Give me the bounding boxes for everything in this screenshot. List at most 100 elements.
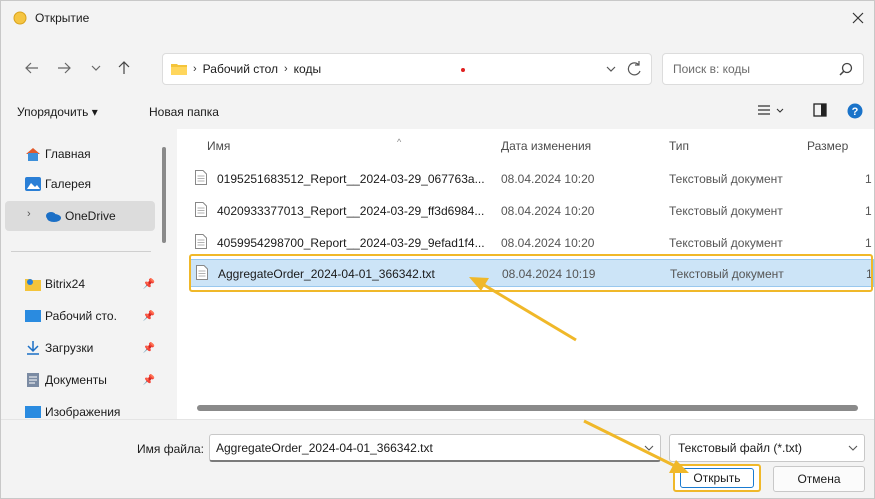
sidebar-item-documents[interactable]: Документы 📌 — [1, 365, 161, 395]
text-file-icon — [195, 170, 207, 185]
arrow-left-icon — [25, 62, 38, 74]
file-size: 1 — [865, 236, 872, 250]
sidebar-item-home[interactable]: Главная — [1, 139, 161, 169]
app-icon — [13, 11, 27, 25]
horizontal-scrollbar[interactable] — [197, 405, 858, 411]
file-type: Текстовый документ — [669, 204, 783, 218]
file-row[interactable]: 4059954298700_Report__2024-03-29_9efad1f… — [189, 229, 874, 257]
arrow-right-icon — [58, 62, 71, 74]
file-list: Имя ^ Дата изменения Тип Размер 01952516… — [177, 129, 874, 419]
chevron-down-icon — [91, 65, 101, 71]
documents-icon — [27, 373, 39, 387]
pin-icon: 📌 — [142, 374, 155, 386]
filetype-value: Текстовый файл (*.txt) — [678, 441, 803, 455]
file-name: 4020933377013_Report__2024-03-29_ff3d698… — [217, 204, 485, 218]
new-folder-button[interactable]: Новая папка — [149, 105, 219, 119]
forward-button[interactable] — [53, 57, 75, 79]
file-date: 08.04.2024 10:19 — [502, 267, 596, 281]
sidebar-item-desktop[interactable]: Рабочий сто. 📌 — [1, 301, 161, 331]
text-file-icon — [195, 234, 207, 249]
chevron-down-icon[interactable] — [605, 61, 617, 77]
up-button[interactable] — [113, 57, 135, 79]
search-icon — [839, 62, 853, 76]
breadcrumb-separator: › — [284, 63, 288, 75]
cancel-button-label: Отмена — [797, 472, 841, 486]
close-icon — [852, 12, 864, 24]
file-type: Текстовый документ — [670, 267, 784, 281]
file-type: Текстовый документ — [669, 236, 783, 250]
chevron-down-icon — [848, 445, 858, 451]
help-icon[interactable]: ? — [847, 103, 863, 119]
recent-locations-button[interactable] — [85, 57, 107, 79]
arrow-up-icon — [118, 61, 130, 74]
sidebar-divider — [11, 251, 151, 252]
refresh-icon[interactable] — [625, 59, 643, 79]
sort-ascending-icon: ^ — [397, 137, 402, 147]
breadcrumb-current[interactable]: коды — [294, 62, 321, 76]
pin-icon: 📌 — [142, 310, 155, 322]
file-date: 08.04.2024 10:20 — [501, 236, 595, 250]
open-button-face: Открыть — [680, 468, 754, 488]
column-header-name[interactable]: Имя ^ — [207, 137, 401, 153]
file-name: 4059954298700_Report__2024-03-29_9efad1f… — [217, 236, 485, 250]
sidebar-item-downloads[interactable]: Загрузки 📌 — [1, 333, 161, 363]
file-row-selected[interactable]: AggregateOrder_2024-04-01_366342.txt 08.… — [189, 259, 874, 287]
sidebar-scrollbar[interactable] — [162, 147, 166, 243]
filetype-select[interactable]: Текстовый файл (*.txt) — [669, 434, 865, 462]
svg-text:?: ? — [852, 106, 859, 118]
dialog-footer: Имя файла: AggregateOrder_2024-04-01_366… — [1, 419, 874, 498]
pictures-icon — [25, 406, 41, 418]
breadcrumb-separator: › — [193, 63, 197, 75]
chevron-down-icon[interactable] — [644, 441, 654, 455]
address-bar[interactable]: › Рабочий стол › коды — [162, 53, 652, 85]
gallery-icon — [25, 177, 41, 191]
bitrix-folder-icon — [25, 279, 41, 291]
open-button[interactable]: Открыть — [673, 464, 761, 492]
window-title: Открытие — [35, 11, 90, 25]
command-bar: Упорядочить ▾ Новая папка ? — [1, 95, 874, 129]
text-file-icon — [195, 202, 207, 217]
title-bar: Открытие — [1, 1, 874, 35]
preview-pane-icon[interactable] — [813, 103, 827, 117]
file-size: 1 — [866, 267, 873, 281]
desktop-icon — [25, 310, 41, 322]
back-button[interactable] — [21, 57, 43, 79]
navigation-bar: › Рабочий стол › коды Поиск в: коды — [1, 49, 874, 93]
file-date: 08.04.2024 10:20 — [501, 204, 595, 218]
column-header-date[interactable]: Дата изменения — [501, 139, 591, 153]
file-row[interactable]: 4020933377013_Report__2024-03-29_ff3d698… — [189, 197, 874, 225]
pin-icon: 📌 — [142, 278, 155, 290]
downloads-icon — [27, 341, 39, 355]
file-name: AggregateOrder_2024-04-01_366342.txt — [218, 267, 435, 281]
column-header-type[interactable]: Тип — [669, 139, 689, 153]
file-date: 08.04.2024 10:20 — [501, 172, 595, 186]
sidebar-item-bitrix24[interactable]: Bitrix24 📌 — [1, 269, 161, 299]
filename-label: Имя файла: — [137, 442, 204, 456]
file-type: Текстовый документ — [669, 172, 783, 186]
organize-button[interactable]: Упорядочить ▾ — [17, 105, 98, 119]
navigation-pane: Главная Галерея › OneDrive Bitrix24 📌 Ра… — [1, 129, 171, 429]
sidebar-item-onedrive[interactable]: › OneDrive — [5, 201, 155, 231]
breadcrumb-desktop[interactable]: Рабочий стол — [203, 62, 278, 76]
sidebar-item-gallery[interactable]: Галерея — [1, 169, 161, 199]
folder-icon — [171, 64, 187, 75]
search-box[interactable]: Поиск в: коды — [662, 53, 864, 85]
red-marker — [461, 68, 465, 72]
column-header-size[interactable]: Размер — [807, 139, 848, 153]
home-icon — [26, 148, 40, 161]
file-row[interactable]: 0195251683512_Report__2024-03-29_067763a… — [189, 165, 874, 193]
filename-value: AggregateOrder_2024-04-01_366342.txt — [216, 440, 433, 455]
filename-input[interactable]: AggregateOrder_2024-04-01_366342.txt — [209, 434, 661, 462]
onedrive-icon — [46, 212, 61, 222]
close-button[interactable] — [846, 7, 870, 29]
text-file-icon — [196, 265, 208, 280]
cancel-button[interactable]: Отмена — [773, 466, 865, 492]
open-file-dialog: Открытие › Рабочий стол › коды Поиск в: … — [0, 0, 875, 499]
file-size: 1 — [865, 172, 872, 186]
open-button-label: Открыть — [693, 471, 741, 485]
file-name: 0195251683512_Report__2024-03-29_067763a… — [217, 172, 485, 186]
expand-chevron-icon[interactable]: › — [27, 208, 31, 220]
search-input[interactable]: Поиск в: коды — [673, 62, 750, 76]
pin-icon: 📌 — [142, 342, 155, 354]
view-options-icon[interactable] — [757, 103, 787, 119]
